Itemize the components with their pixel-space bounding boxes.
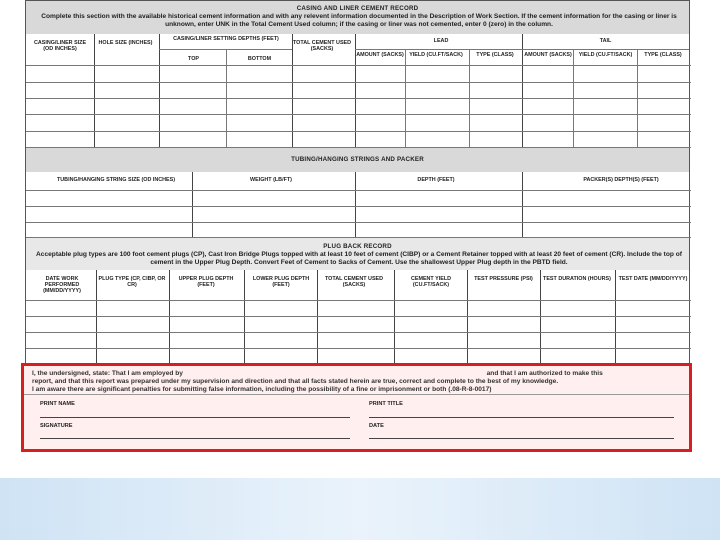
certification-line-3: I am aware there are significant penalti… bbox=[32, 386, 492, 393]
footer-background bbox=[0, 478, 720, 540]
plugback-header-band: PLUG BACK RECORD Acceptable plug types a… bbox=[25, 238, 690, 270]
print-title-label: PRINT TITLE bbox=[369, 401, 403, 407]
date-label: DATE bbox=[369, 423, 384, 429]
tubing-weight-header: WEIGHT (LB/FT) bbox=[250, 177, 292, 183]
plug-cement-yield-header: CEMENT YIELD (CU.FT/SACK) bbox=[410, 276, 452, 288]
lead-type-header: TYPE (CLASS) bbox=[476, 52, 514, 58]
print-name-label: PRINT NAME bbox=[40, 401, 75, 407]
tail-yield-header: YIELD (CU.FT/SACK) bbox=[578, 52, 633, 58]
casing-table: CASING/LINER SIZE (OD INCHES) HOLE SIZE … bbox=[25, 34, 691, 148]
plugback-section-title: PLUG BACK RECORD bbox=[323, 243, 392, 250]
casing-header-band: CASING AND LINER CEMENT RECORD Complete … bbox=[25, 0, 690, 34]
tail-type-header: TYPE (CLASS) bbox=[644, 52, 682, 58]
test-pressure-header: TEST PRESSURE (PSI) bbox=[474, 276, 533, 282]
test-date-header: TEST DATE (MM/DD/YYYY) bbox=[618, 276, 688, 282]
certification-line-1-end: and that I am authorized to make this bbox=[486, 370, 603, 377]
signature-label: SIGNATURE bbox=[40, 423, 73, 429]
print-title-field[interactable] bbox=[369, 417, 674, 418]
tubing-size-header: TUBING/HANGING STRING SIZE (OD INCHES) bbox=[57, 177, 175, 183]
lead-header: LEAD bbox=[433, 38, 449, 44]
certification-line-2: report, and that this report was prepare… bbox=[32, 378, 559, 385]
signature-field[interactable] bbox=[40, 438, 350, 439]
plugback-table: DATE WORK PERFORMED (MM/DD/YYYY) PLUG TY… bbox=[25, 270, 691, 363]
plug-date-header: DATE WORK PERFORMED (MM/DD/YYYY) bbox=[43, 276, 81, 294]
bottom-depth-header: BOTTOM bbox=[247, 56, 272, 62]
date-field[interactable] bbox=[369, 438, 674, 439]
tubing-header-band: TUBING/HANGING STRINGS AND PACKER bbox=[25, 148, 690, 172]
casing-size-header: CASING/LINER SIZE (OD INCHES) bbox=[33, 40, 87, 52]
total-cement-header: TOTAL CEMENT USED (SACKS) bbox=[292, 40, 352, 52]
hole-size-header: HOLE SIZE (INCHES) bbox=[98, 40, 153, 46]
tubing-table: TUBING/HANGING STRING SIZE (OD INCHES) W… bbox=[25, 172, 691, 238]
tail-amount-header: AMOUNT (SACKS) bbox=[524, 52, 572, 58]
plug-total-cement-header: TOTAL CEMENT USED (SACKS) bbox=[324, 276, 384, 288]
top-depth-header: TOP bbox=[188, 56, 199, 62]
plugback-instructions: Acceptable plug types are 100 foot cemen… bbox=[36, 251, 682, 266]
plug-type-header: PLUG TYPE (CP, CIBP, or CR) bbox=[98, 276, 166, 288]
upper-plug-depth-header: UPPER PLUG DEPTH (FEET) bbox=[178, 276, 234, 288]
casing-section-title: CASING AND LINER CEMENT RECORD bbox=[296, 5, 419, 12]
certification-line-1-start: I, the undersigned, state: That I am emp… bbox=[32, 370, 183, 377]
tubing-depth-header: DEPTH (FEET) bbox=[417, 177, 455, 183]
lead-amount-header: AMOUNT (SACKS) bbox=[356, 52, 404, 58]
certification-box: I, the undersigned, state: That I am emp… bbox=[21, 363, 692, 452]
casing-instructions: Complete this section with the available… bbox=[41, 13, 677, 28]
lower-plug-depth-header: LOWER PLUG DEPTH (FEET) bbox=[252, 276, 310, 288]
tubing-section-title: TUBING/HANGING STRINGS AND PACKER bbox=[291, 156, 424, 163]
print-name-field[interactable] bbox=[40, 417, 350, 418]
lead-yield-header: YIELD (CU.FT/SACK) bbox=[409, 52, 463, 58]
certification-line-1: I, the undersigned, state: That I am emp… bbox=[32, 370, 687, 378]
setting-depths-header: CASING/LINER SETTING DEPTHS (FEET) bbox=[173, 36, 279, 42]
tail-header: TAIL bbox=[599, 38, 612, 44]
test-duration-header: TEST DURATION (HOURS) bbox=[543, 276, 611, 282]
packer-depth-header: PACKER(S) DEPTH(S) (FEET) bbox=[583, 177, 659, 183]
